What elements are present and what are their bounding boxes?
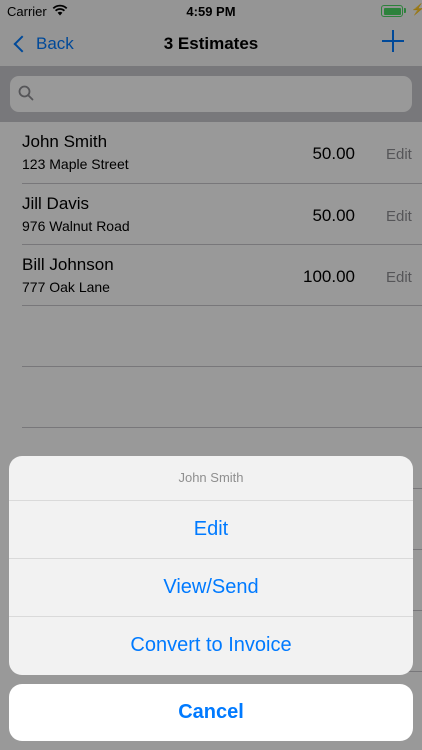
convert-to-invoice-button[interactable]: Convert to Invoice (9, 617, 413, 674)
view-send-action-button[interactable]: View/Send (9, 559, 413, 616)
edit-action-button[interactable]: Edit (9, 501, 413, 558)
cancel-button[interactable]: Cancel (9, 684, 413, 741)
action-sheet: John Smith Edit View/Send Convert to Inv… (9, 456, 413, 675)
action-sheet-title: John Smith (178, 470, 244, 485)
